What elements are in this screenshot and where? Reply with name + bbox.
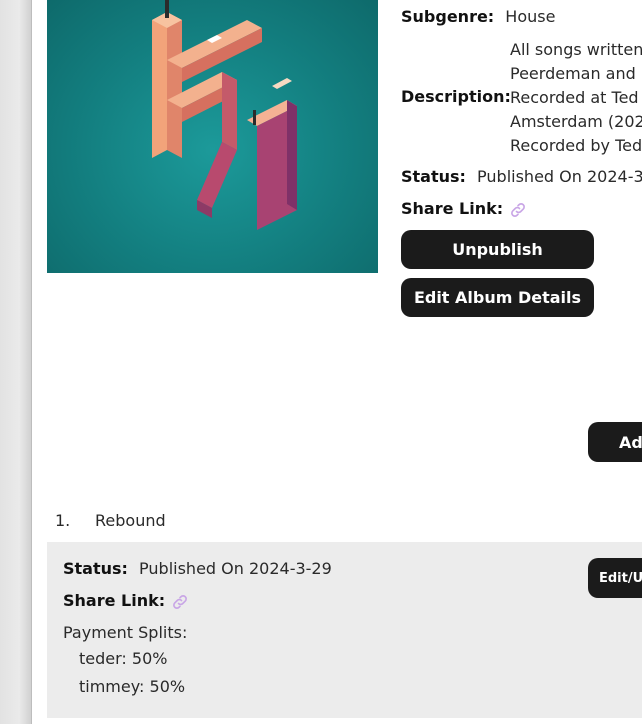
track-status-value: Published On 2024-3-29 [139, 559, 332, 578]
description-line: Recorded at Ted [510, 88, 639, 107]
album-share-link-label: Share Link: [401, 199, 504, 218]
track-share-link-label: Share Link: [63, 591, 166, 610]
subgenre-value: House [505, 7, 556, 26]
album-status-label: Status: [401, 167, 466, 186]
payment-split-item: timmey: 50% [79, 677, 186, 696]
description-line: Amsterdam (202 [510, 112, 642, 131]
description-text: All songs written Peerdeman and Recorded… [510, 38, 642, 158]
payment-splits-label: Payment Splits: [63, 623, 188, 642]
subgenre-row: Subgenre: House [401, 7, 555, 26]
description-line: Recorded by Ted [510, 136, 642, 155]
add-track-button[interactable]: Ad [588, 422, 642, 462]
link-icon[interactable] [509, 201, 527, 219]
page-left-shadow [0, 0, 32, 724]
track-status-label: Status: [63, 559, 128, 578]
track-title[interactable]: Rebound [95, 511, 166, 530]
link-icon[interactable] [171, 593, 189, 611]
unpublish-button[interactable]: Unpublish [401, 230, 594, 269]
album-status-row: Status: Published On 2024-3- [401, 167, 642, 186]
payment-split-item: teder: 50% [79, 649, 168, 668]
description-line: Peerdeman and [510, 64, 636, 83]
album-status-value: Published On 2024-3- [477, 167, 642, 186]
album-cover-image [47, 0, 378, 273]
subgenre-label: Subgenre: [401, 7, 495, 26]
track-number: 1. [55, 511, 71, 530]
description-line: All songs written [510, 40, 642, 59]
edit-album-details-button[interactable]: Edit Album Details [401, 278, 594, 317]
edit-track-button[interactable]: Edit/U [588, 558, 642, 598]
description-label: Description: [401, 87, 511, 106]
track-status-row: Status: Published On 2024-3-29 [63, 559, 332, 578]
